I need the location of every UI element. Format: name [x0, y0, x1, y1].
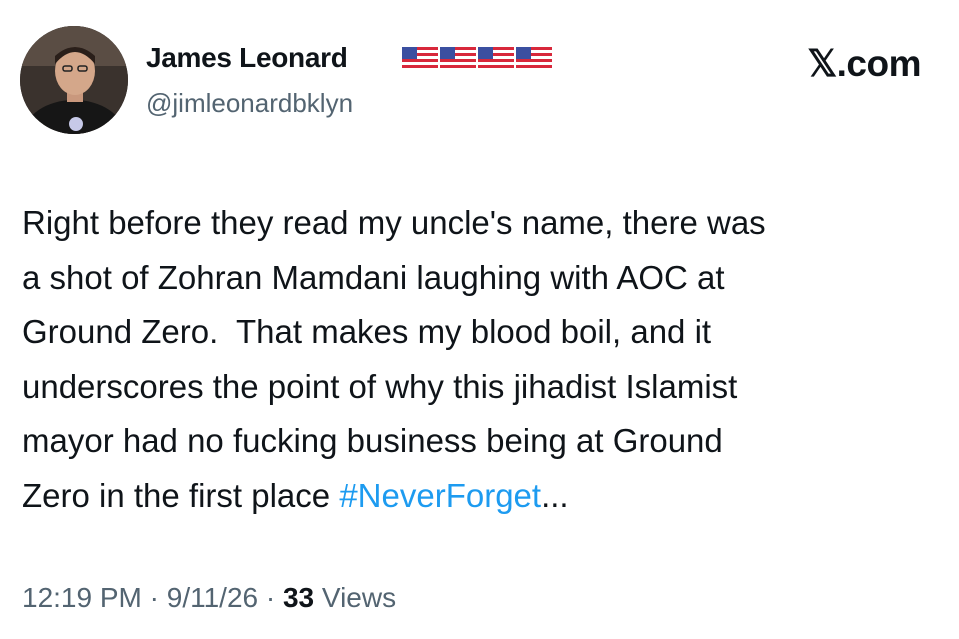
separator-dot: · [258, 582, 283, 613]
truncation-ellipsis: ... [541, 476, 569, 514]
tweet-meta: 12:19 PM · 9/11/26 · 33 Views [22, 580, 396, 616]
views-count: 33 [282, 582, 315, 613]
tweet-line: mayor had no fucking business being at G… [22, 422, 723, 459]
views-label: Views [314, 582, 397, 613]
post-time[interactable]: 12:19 PM [22, 582, 142, 613]
us-flag-icon [516, 47, 552, 69]
us-flag-icon [440, 47, 476, 69]
post-date[interactable]: 9/11/26 [167, 582, 258, 613]
hashtag-link[interactable]: #NeverForget [339, 477, 541, 514]
separator-dot: · [141, 582, 167, 613]
tweet-last-line: Zero in the first place #NeverForget... [22, 469, 942, 524]
flag-badges [402, 47, 552, 69]
tweet-line: Right before they read my uncle's name, … [22, 204, 766, 241]
x-logo: 𝕏.com [807, 43, 921, 84]
display-name[interactable]: James Leonard [146, 40, 348, 76]
tweet-card: James Leonard @jimleonardbklyn 𝕏.com Rig… [0, 0, 959, 639]
tweet-line: underscores the point of why this jihadi… [22, 367, 738, 405]
us-flag-icon [478, 47, 514, 69]
tweet-text: Right before they read my uncle's name, … [22, 196, 942, 523]
tweet-line: Zero in the first place [22, 476, 340, 514]
tweet-line: Ground Zero. That makes my blood boil, a… [22, 313, 712, 350]
user-handle[interactable]: @jimleonardbklyn [146, 86, 353, 120]
tweet-line: a shot of Zohran Mamdani laughing with A… [22, 258, 725, 296]
us-flag-icon [402, 47, 438, 69]
avatar[interactable] [20, 26, 128, 134]
